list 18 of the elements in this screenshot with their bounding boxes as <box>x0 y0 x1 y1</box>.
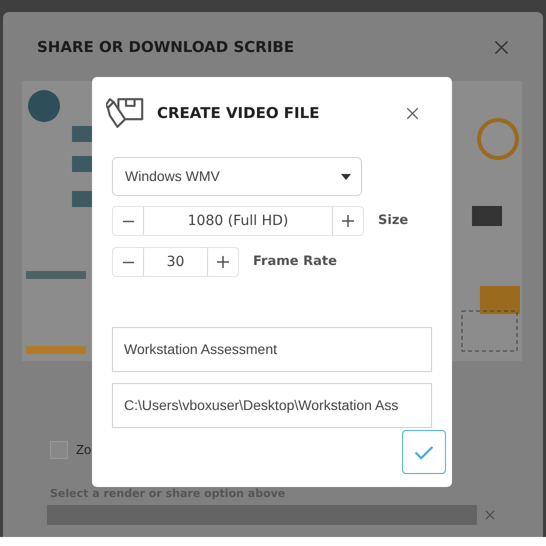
size-label: Size <box>378 212 408 230</box>
close-icon[interactable] <box>485 510 495 520</box>
checkmark-icon <box>414 444 434 460</box>
close-icon[interactable] <box>494 40 509 54</box>
file-name-field[interactable]: Workstation Assessment <box>112 327 432 372</box>
dialog-title: SHARE OR DOWNLOAD SCRIBE <box>37 36 294 58</box>
zoom-checkbox[interactable] <box>50 440 68 459</box>
dialog-title: CREATE VIDEO FILE <box>157 102 320 124</box>
caret-icon <box>341 174 351 180</box>
path-field[interactable]: C:\Users\vboxuser\Desktop\Workstation Ass <box>112 383 432 428</box>
confirm-button[interactable] <box>402 430 446 474</box>
frame-rate-label: Frame Rate <box>253 253 337 272</box>
checkbox-label: Zo <box>76 441 92 459</box>
format-dropdown[interactable]: Windows WMV <box>112 157 362 196</box>
plus-icon <box>216 255 230 269</box>
close-icon[interactable] <box>406 106 419 120</box>
plus-icon <box>341 214 355 228</box>
usb-drive-and-floppy-disk-icon <box>106 96 146 130</box>
